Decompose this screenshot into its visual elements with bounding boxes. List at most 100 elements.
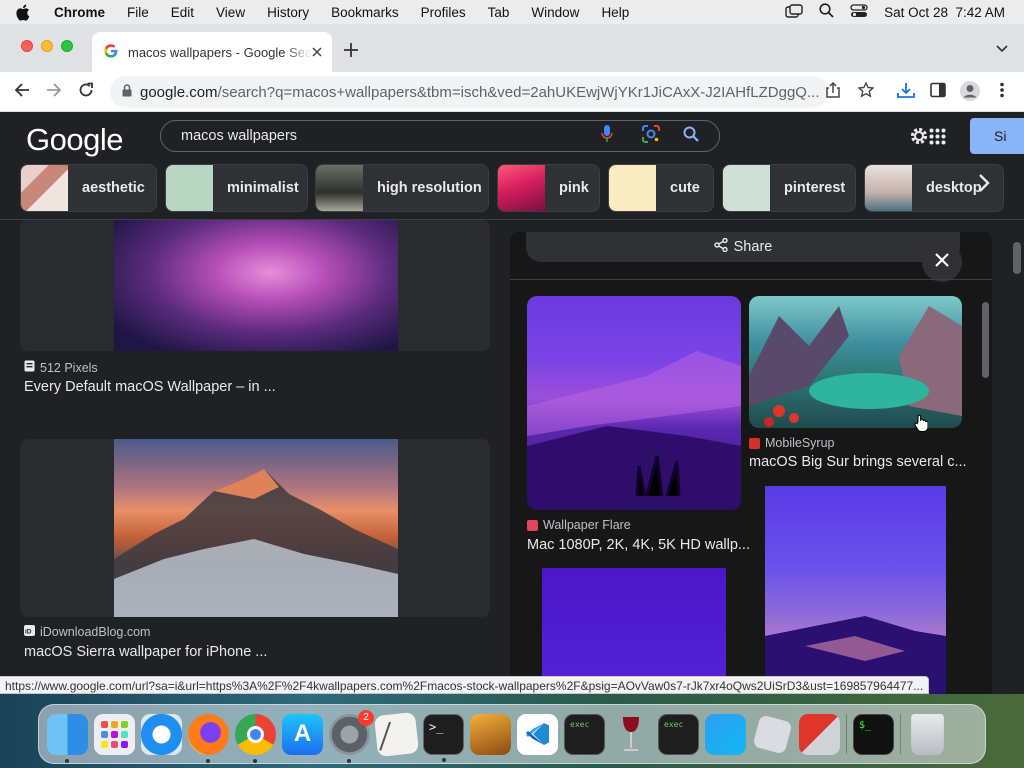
parallels-icon[interactable]: [799, 713, 840, 755]
related-image-2[interactable]: [749, 296, 962, 428]
wine-icon[interactable]: [611, 714, 652, 755]
chrome-menu-icon[interactable]: [1000, 82, 1004, 103]
chrome-window: macos wallpapers - Google Search google.…: [0, 24, 1024, 694]
share-button[interactable]: Share: [526, 232, 960, 262]
chip-label: minimalist: [227, 180, 299, 196]
chip-thumbnail: [21, 165, 68, 211]
menu-tab[interactable]: Tab: [488, 5, 510, 20]
search-query[interactable]: macos wallpapers: [181, 128, 601, 144]
related-image-4[interactable]: [765, 486, 946, 694]
address-bar[interactable]: google.com/search?q=macos+wallpapers&tbm…: [110, 76, 828, 108]
result-1-title[interactable]: Every Default macOS Wallpaper – in ...: [24, 379, 276, 395]
chip-cute[interactable]: cute: [608, 164, 714, 212]
menu-history[interactable]: History: [267, 5, 309, 20]
related-image-1[interactable]: [527, 296, 741, 510]
terminal-icon[interactable]: >_: [423, 713, 464, 762]
forward-arrow-icon[interactable]: [46, 82, 62, 103]
menu-edit[interactable]: Edit: [171, 5, 194, 20]
menu-help[interactable]: Help: [601, 5, 629, 20]
menu-bookmarks[interactable]: Bookmarks: [331, 5, 399, 20]
safari-icon[interactable]: [141, 713, 182, 755]
chips-next-chevron-icon[interactable]: [978, 172, 990, 200]
menu-app-name[interactable]: Chrome: [54, 5, 105, 20]
trash-icon[interactable]: [911, 713, 944, 755]
dock-separator: [900, 714, 901, 754]
zoom-window-button[interactable]: [61, 40, 73, 52]
close-window-button[interactable]: [21, 40, 33, 52]
related-2-title[interactable]: macOS Big Sur brings several c...: [749, 454, 967, 470]
panel-divider: [510, 279, 992, 280]
back-arrow-icon[interactable]: [14, 82, 30, 103]
chip-pink[interactable]: pink: [497, 164, 600, 212]
chip-thumbnail: [723, 165, 770, 211]
result-2-title[interactable]: macOS Sierra wallpaper for iPhone ...: [24, 644, 267, 660]
exec-icon[interactable]: exec: [564, 713, 605, 755]
related-1-title[interactable]: Mac 1080P, 2K, 4K, 5K HD wallp...: [527, 537, 750, 553]
launchpad-icon[interactable]: [94, 713, 135, 755]
result-image-2[interactable]: [20, 439, 490, 617]
sign-in-button[interactable]: Si: [970, 118, 1024, 154]
instruments-icon[interactable]: [470, 713, 511, 755]
chip-thumbnail: [865, 165, 912, 211]
page-scrollbar-thumb[interactable]: [1013, 242, 1021, 274]
menu-view[interactable]: View: [216, 5, 245, 20]
system-settings-icon[interactable]: 2: [329, 709, 374, 763]
google-apps-grid-icon[interactable]: [929, 128, 946, 150]
google-logo[interactable]: Google: [26, 122, 123, 158]
side-panel-icon[interactable]: [930, 82, 946, 103]
chrome-icon[interactable]: [235, 713, 276, 763]
terminal-icon-2[interactable]: $_: [853, 713, 894, 755]
running-indicator: [65, 758, 69, 763]
script-editor-icon[interactable]: [373, 711, 420, 757]
menubar-clock[interactable]: Sat Oct 28 7:42 AM: [884, 5, 1005, 20]
exec-icon-2[interactable]: exec: [658, 713, 699, 755]
control-center-icon[interactable]: [850, 3, 868, 21]
search-magnifier-icon[interactable]: [683, 126, 699, 146]
result-image-1[interactable]: [20, 220, 490, 351]
search-box[interactable]: macos wallpapers: [160, 120, 720, 152]
lens-camera-icon[interactable]: [641, 124, 661, 148]
result-1-source[interactable]: 512 Pixels: [24, 360, 98, 375]
tab-google-search[interactable]: macos wallpapers - Google Search: [92, 32, 332, 72]
share-page-icon[interactable]: [826, 81, 840, 103]
finder-icon[interactable]: [47, 713, 88, 763]
roblox-icon[interactable]: [752, 713, 793, 755]
download-icon[interactable]: [897, 82, 915, 103]
close-preview-button[interactable]: [922, 242, 962, 282]
close-tab-icon[interactable]: [312, 45, 322, 60]
tab-search-chevron-icon[interactable]: [996, 40, 1008, 58]
chip-minimalist[interactable]: minimalist: [165, 164, 308, 212]
vscode-icon[interactable]: [517, 713, 558, 755]
related-2-source[interactable]: MobileSyrup: [749, 436, 834, 450]
panel-scrollbar-thumb[interactable]: [982, 302, 989, 378]
chip-pinterest[interactable]: pinterest: [722, 164, 856, 212]
result-2-source[interactable]: iD iDownloadBlog.com: [24, 625, 150, 639]
profile-avatar-icon[interactable]: [960, 81, 980, 106]
settings-gear-icon[interactable]: [909, 126, 929, 151]
voice-search-mic-icon[interactable]: [601, 125, 613, 147]
spotlight-search-icon[interactable]: [819, 3, 834, 21]
preview-panel: Share Wallpaper Flare Mac 1080P, 2K, 4K,…: [510, 232, 992, 694]
lock-icon[interactable]: [122, 83, 132, 101]
bookmark-star-icon[interactable]: [857, 81, 875, 103]
reload-icon[interactable]: [78, 82, 94, 103]
menu-profiles[interactable]: Profiles: [421, 5, 466, 20]
menu-file[interactable]: File: [127, 5, 149, 20]
related-1-source[interactable]: Wallpaper Flare: [527, 518, 631, 532]
chip-label: pinterest: [784, 180, 846, 196]
result-image-2-thumbnail: [114, 439, 398, 617]
apple-icon[interactable]: [15, 4, 35, 21]
chip-high-resolution[interactable]: high resolution: [315, 164, 489, 212]
page-scrollbar[interactable]: [1010, 220, 1024, 694]
new-tab-button[interactable]: [344, 37, 358, 63]
tab-strip: macos wallpapers - Google Search: [0, 24, 1024, 72]
menu-window[interactable]: Window: [531, 5, 579, 20]
firefox-icon[interactable]: [188, 713, 229, 763]
menu-bar: Chrome File Edit View History Bookmarks …: [0, 0, 1024, 24]
window-switcher-icon[interactable]: [785, 3, 803, 21]
xcode-cloud-icon[interactable]: [705, 713, 746, 755]
dock-separator: [846, 714, 847, 754]
app-store-icon[interactable]: A: [282, 713, 323, 755]
minimize-window-button[interactable]: [41, 40, 53, 52]
chip-aesthetic[interactable]: aesthetic: [20, 164, 157, 212]
